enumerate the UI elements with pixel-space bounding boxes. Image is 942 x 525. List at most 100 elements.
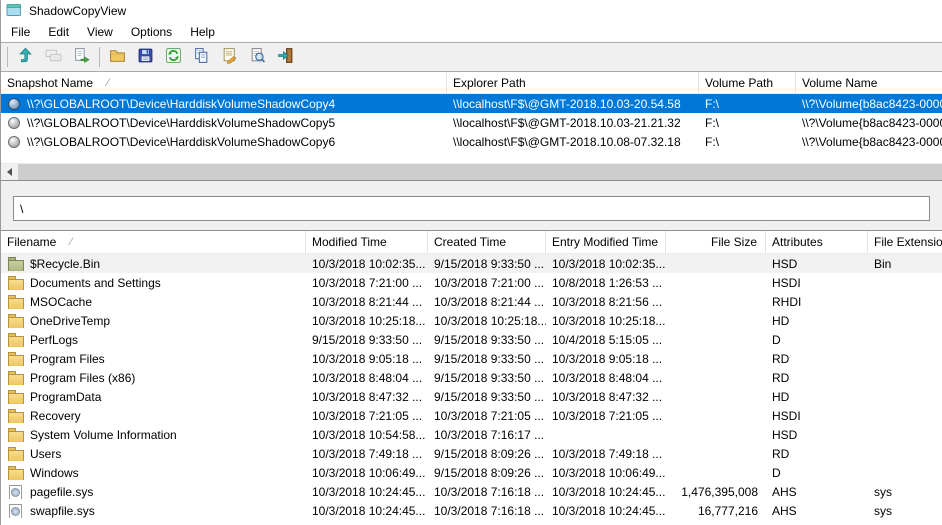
attributes: RHDI: [766, 295, 868, 309]
entry-modified-time: 10/3/2018 9:05:18 ...: [546, 352, 666, 366]
column-header-label: File Size: [711, 235, 757, 249]
file-row[interactable]: OneDriveTemp 10/3/2018 10:25:18... 10/3/…: [1, 311, 942, 330]
filename: System Volume Information: [30, 428, 177, 442]
file-row[interactable]: Program Files 10/3/2018 9:05:18 ... 9/15…: [1, 349, 942, 368]
toolbar-separator: [7, 47, 8, 67]
app-window: ShadowCopyView FileEditViewOptionsHelp S…: [0, 0, 942, 525]
attributes: AHS: [766, 485, 868, 499]
explorer-path: \\localhost\F$\@GMT-2018.10.03-21.21.32: [447, 116, 699, 130]
file-row[interactable]: MSOCache 10/3/2018 8:21:44 ... 10/3/2018…: [1, 292, 942, 311]
attributes: HD: [766, 390, 868, 404]
column-header-attributes[interactable]: Attributes: [766, 231, 868, 253]
export-icon: [73, 47, 90, 67]
created-time: 10/3/2018 7:21:05 ...: [428, 409, 546, 423]
export-button[interactable]: [68, 44, 95, 70]
attributes: D: [766, 333, 868, 347]
entry-modified-time: 10/3/2018 10:06:49...: [546, 466, 666, 480]
column-header-file-extension[interactable]: File Extension: [868, 231, 942, 253]
file-row[interactable]: Documents and Settings 10/3/2018 7:21:00…: [1, 273, 942, 292]
column-header-entry-modified-time[interactable]: Entry Modified Time: [546, 231, 666, 253]
title-bar: ShadowCopyView: [1, 0, 942, 22]
file-row[interactable]: ProgramData 10/3/2018 8:47:32 ... 9/15/2…: [1, 387, 942, 406]
filename: Windows: [30, 466, 79, 480]
column-header-created-time[interactable]: Created Time: [428, 231, 546, 253]
attributes: HD: [766, 314, 868, 328]
column-header-volume-name[interactable]: Volume Name: [796, 72, 942, 93]
attributes: RD: [766, 352, 868, 366]
modified-time: 10/3/2018 10:24:45...: [306, 504, 428, 518]
file-row[interactable]: Windows 10/3/2018 10:06:49... 9/15/2018 …: [1, 463, 942, 482]
created-time: 9/15/2018 9:33:50 ...: [428, 352, 546, 366]
column-header-label: Entry Modified Time: [552, 235, 658, 249]
column-header-volume-path[interactable]: Volume Path: [699, 72, 796, 93]
app-icon: [6, 2, 22, 21]
snapshot-row[interactable]: \\?\GLOBALROOT\Device\HarddiskVolumeShad…: [1, 113, 942, 132]
snapshots-header: Snapshot Name ∕ Explorer PathVolume PathVo…: [1, 72, 942, 94]
properties-button[interactable]: [216, 44, 243, 70]
go-up-button[interactable]: [12, 44, 39, 70]
filename: Recovery: [30, 409, 81, 423]
filename: Program Files: [30, 352, 105, 366]
file-row[interactable]: System Volume Information 10/3/2018 10:5…: [1, 425, 942, 444]
file-type-icon: [8, 390, 23, 404]
created-time: 9/15/2018 9:33:50 ...: [428, 371, 546, 385]
copy-button[interactable]: [188, 44, 215, 70]
filename: PerfLogs: [30, 333, 78, 347]
scrollbar-thumb[interactable]: [18, 164, 942, 180]
file-extension: sys: [868, 485, 942, 499]
file-type-icon: [8, 352, 23, 366]
created-time: 10/3/2018 7:21:00 ...: [428, 276, 546, 290]
modified-time: 10/3/2018 7:21:00 ...: [306, 276, 428, 290]
column-header-filename[interactable]: Filename∕: [1, 231, 306, 253]
column-header-file-size[interactable]: File Size: [666, 231, 766, 253]
file-row[interactable]: PerfLogs 9/15/2018 9:33:50 ... 9/15/2018…: [1, 330, 942, 349]
save-icon: [137, 47, 154, 67]
snapshots-panel: Snapshot Name ∕ Explorer PathVolume PathVo…: [1, 72, 942, 181]
column-header-modified-time[interactable]: Modified Time: [306, 231, 428, 253]
sort-indicator-icon: ∕: [107, 77, 109, 89]
path-input[interactable]: [13, 196, 930, 221]
column-header-snapshot-name[interactable]: Snapshot Name ∕: [1, 72, 447, 93]
entry-modified-time: 10/3/2018 10:24:45...: [546, 504, 666, 518]
column-header-label: Snapshot Name: [7, 76, 93, 90]
filename: Users: [30, 447, 61, 461]
file-row[interactable]: $Recycle.Bin 10/3/2018 10:02:35... 9/15/…: [1, 254, 942, 273]
snapshot-row[interactable]: \\?\GLOBALROOT\Device\HarddiskVolumeShad…: [1, 94, 942, 113]
exit-button[interactable]: [272, 44, 299, 70]
entry-modified-time: 10/4/2018 5:15:05 ...: [546, 333, 666, 347]
copy-icon: [193, 47, 210, 67]
snapshot-name: \\?\GLOBALROOT\Device\HarddiskVolumeShad…: [27, 97, 335, 111]
copy-selected-files-button[interactable]: [40, 44, 67, 70]
scroll-left-button[interactable]: [1, 164, 18, 180]
volume-name: \\?\Volume{b8ac8423-0000: [796, 116, 942, 130]
menu-file[interactable]: File: [2, 23, 39, 42]
file-row[interactable]: Recovery 10/3/2018 7:21:05 ... 10/3/2018…: [1, 406, 942, 425]
open-folder-button[interactable]: [104, 44, 131, 70]
attributes: HSD: [766, 257, 868, 271]
menu-options[interactable]: Options: [122, 23, 181, 42]
entry-modified-time: 10/3/2018 10:24:45...: [546, 485, 666, 499]
menu-help[interactable]: Help: [181, 23, 224, 42]
shadow-copy-icon: [8, 98, 20, 110]
created-time: 10/3/2018 7:16:17 ...: [428, 428, 546, 442]
entry-modified-time: 10/3/2018 7:21:05 ...: [546, 409, 666, 423]
filename: Program Files (x86): [30, 371, 135, 385]
volume-path: F:\: [699, 116, 796, 130]
modified-time: 10/3/2018 7:21:05 ...: [306, 409, 428, 423]
horizontal-scrollbar[interactable]: [1, 163, 942, 180]
file-row[interactable]: pagefile.sys 10/3/2018 10:24:45... 10/3/…: [1, 482, 942, 501]
column-header-explorer-path[interactable]: Explorer Path: [447, 72, 699, 93]
save-button[interactable]: [132, 44, 159, 70]
file-row[interactable]: Program Files (x86) 10/3/2018 8:48:04 ..…: [1, 368, 942, 387]
file-row[interactable]: Users 10/3/2018 7:49:18 ... 9/15/2018 8:…: [1, 444, 942, 463]
menu-edit[interactable]: Edit: [39, 23, 78, 42]
created-time: 9/15/2018 9:33:50 ...: [428, 333, 546, 347]
file-row[interactable]: swapfile.sys 10/3/2018 10:24:45... 10/3/…: [1, 501, 942, 520]
attributes: RD: [766, 371, 868, 385]
find-button[interactable]: [244, 44, 271, 70]
refresh-button[interactable]: [160, 44, 187, 70]
volume-name: \\?\Volume{b8ac8423-0000: [796, 135, 942, 149]
snapshot-row[interactable]: \\?\GLOBALROOT\Device\HarddiskVolumeShad…: [1, 132, 942, 151]
menu-view[interactable]: View: [78, 23, 122, 42]
snapshot-name: \\?\GLOBALROOT\Device\HarddiskVolumeShad…: [27, 116, 335, 130]
